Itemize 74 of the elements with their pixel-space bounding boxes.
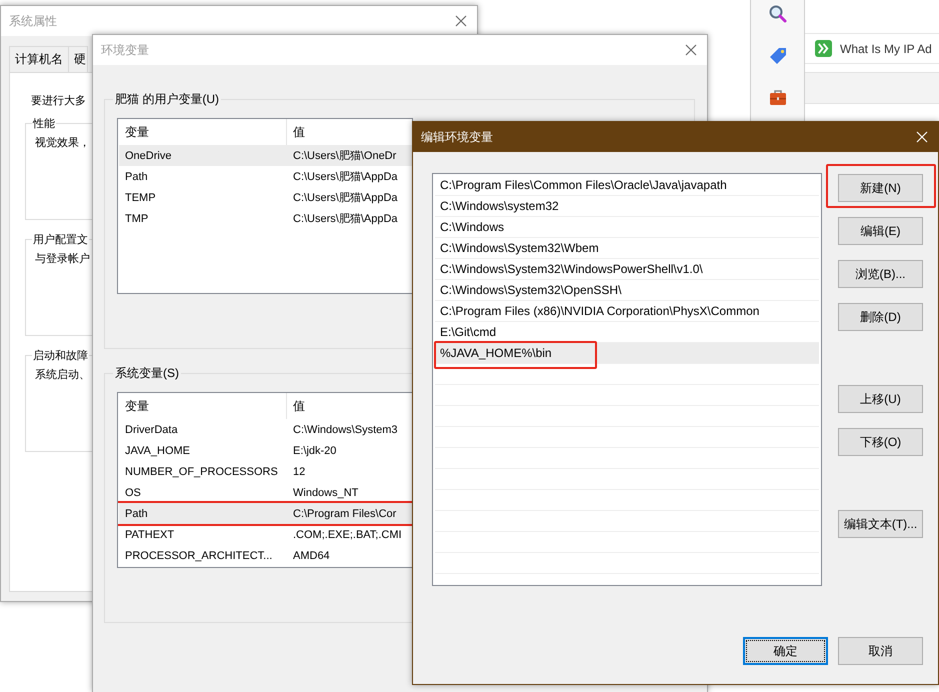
table-cell-text: C:\Users\肥猫\AppDa xyxy=(292,191,399,205)
table-cell-text: C:\Program Files\Cor xyxy=(292,508,398,520)
forward-icon[interactable] xyxy=(815,40,832,57)
table-cell-text: 12 xyxy=(292,466,306,478)
tag-icon[interactable] xyxy=(768,46,788,66)
description-text: 视觉效果， xyxy=(35,136,90,150)
list-item[interactable]: C:\Windows\System32\Wbem xyxy=(435,238,819,259)
list-item[interactable]: %JAVA_HOME%\bin xyxy=(435,343,819,364)
table-row[interactable]: JAVA_HOME E:\jdk-20 xyxy=(119,440,412,461)
table-cell-text: AMD64 xyxy=(292,550,331,562)
group-label: 启动和故障 xyxy=(32,348,89,363)
list-item[interactable]: C:\Windows\System32\WindowsPowerShell\v1.0\ xyxy=(435,259,819,280)
table-cell-text: OS xyxy=(124,486,142,498)
table-cell-text: PROCESSOR_ARCHITECT... xyxy=(124,550,274,562)
list-item[interactable]: C:\Windows\system32 xyxy=(435,196,819,217)
group-label: 性能 xyxy=(32,117,56,131)
group-label: 系统变量(S) xyxy=(114,365,180,382)
table-cell-text: C:\Windows\System3 xyxy=(292,424,399,436)
list-item[interactable]: C:\Windows xyxy=(435,217,819,238)
table-row[interactable]: TEMP C:\Users\肥猫\AppDa xyxy=(119,187,412,208)
table-cell-text: TMP xyxy=(124,212,150,224)
table-row[interactable]: TMP C:\Users\肥猫\AppDa xyxy=(119,208,412,229)
description-text: 系统启动、 xyxy=(35,368,90,382)
tab[interactable]: 计算机名 xyxy=(9,46,69,72)
table-cell-text: .COM;.EXE;.BAT;.CMI xyxy=(292,528,403,540)
group-label: 肥猫 的用户变量(U) xyxy=(114,91,220,108)
table-cell-text: Path xyxy=(124,508,149,520)
table-row[interactable]: OneDrive C:\Users\肥猫\OneDr xyxy=(119,145,412,166)
window-title: 编辑环境变量 xyxy=(421,128,493,146)
table-cell-text: OneDrive xyxy=(124,150,172,162)
button[interactable]: 下移(O) xyxy=(838,428,923,456)
button[interactable]: 删除(D) xyxy=(838,303,923,331)
search-icon[interactable] xyxy=(768,4,788,24)
list-item[interactable]: C:\Windows\System32\OpenSSH\ xyxy=(435,280,819,301)
table-cell-text: E:\jdk-20 xyxy=(292,444,338,456)
table-row[interactable]: NUMBER_OF_PROCESSORS 12 xyxy=(119,461,412,482)
table-cell-text: C:\Users\肥猫\AppDa xyxy=(292,212,399,226)
group-label: 用户配置文 xyxy=(32,232,89,247)
button[interactable]: 编辑文本(T)... xyxy=(838,510,923,538)
table-cell-text: NUMBER_OF_PROCESSORS xyxy=(124,466,279,478)
window-title: 环境变量 xyxy=(101,42,149,58)
column-header[interactable]: 值 xyxy=(287,393,412,419)
close-icon[interactable] xyxy=(455,15,467,27)
close-icon[interactable] xyxy=(685,44,697,56)
button[interactable]: 取消 xyxy=(838,637,923,665)
table-cell-text: DriverData xyxy=(124,424,179,436)
table-cell-text: Path xyxy=(124,170,149,182)
column-header[interactable]: 值 xyxy=(287,119,412,145)
table-cell-text: C:\Users\肥猫\OneDr xyxy=(292,149,398,163)
table-row[interactable]: PATHEXT .COM;.EXE;.BAT;.CMI xyxy=(119,524,412,545)
window-title: 系统属性 xyxy=(9,12,57,30)
table-cell-text: Windows_NT xyxy=(292,486,360,498)
button[interactable]: 新建(N) xyxy=(838,174,923,202)
table-row[interactable]: OS Windows_NT xyxy=(119,482,412,503)
button[interactable]: 上移(U) xyxy=(838,385,923,413)
list-item[interactable]: C:\Program Files (x86)\NVIDIA Corporation\PhysX\Common xyxy=(435,301,819,322)
table-cell-text: JAVA_HOME xyxy=(124,444,191,456)
table-row[interactable]: Path C:\Users\肥猫\AppDa xyxy=(119,166,412,187)
table-row[interactable]: DriverData C:\Windows\System3 xyxy=(119,419,412,440)
button[interactable]: 编辑(E) xyxy=(838,217,923,245)
toolbox-icon[interactable] xyxy=(768,88,788,108)
table-row[interactable]: PROCESSOR_ARCHITECT... AMD64 xyxy=(119,545,412,566)
button[interactable]: 确定 xyxy=(743,637,828,665)
description-text: 与登录帐户 xyxy=(35,252,90,266)
column-header[interactable]: 变量 xyxy=(119,393,287,419)
table-cell-text: C:\Users\肥猫\AppDa xyxy=(292,170,399,184)
list-item[interactable]: C:\Program Files\Common Files\Oracle\Java\javapath xyxy=(435,175,819,196)
table-row[interactable]: Path C:\Program Files\Cor xyxy=(119,503,412,524)
table-cell-text: TEMP xyxy=(124,192,157,204)
button[interactable]: 浏览(B)... xyxy=(838,260,923,288)
bookmark-link[interactable]: What Is My IP Ad xyxy=(840,42,932,56)
table-cell-text: PATHEXT xyxy=(124,528,176,540)
tab[interactable]: 硬 xyxy=(69,46,88,72)
intro-text: 要进行大多 xyxy=(31,94,86,108)
